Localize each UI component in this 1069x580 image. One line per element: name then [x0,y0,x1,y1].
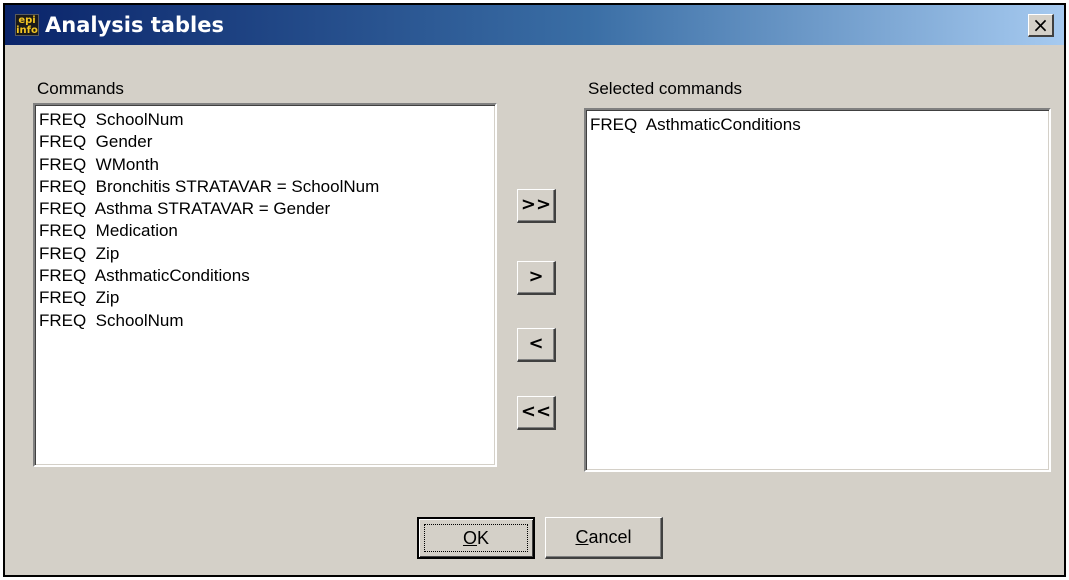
command-item[interactable]: FREQ SchoolNum [39,310,491,332]
selected-commands-label: Selected commands [588,79,743,98]
selected-commands-listbox[interactable]: FREQ AsthmaticConditions [584,108,1051,472]
command-item[interactable]: FREQ Medication [39,220,491,242]
cancel-button[interactable]: Cancel [545,517,663,559]
remove-all-button[interactable]: << [517,396,556,430]
command-item[interactable]: FREQ Gender [39,131,491,153]
epi-info-icon: epi info [15,14,39,36]
command-item[interactable]: FREQ SchoolNum [39,109,491,131]
cancel-label-rest: ancel [588,527,632,547]
command-item[interactable]: FREQ AsthmaticConditions [39,265,491,287]
cancel-mnemonic: C [575,527,589,547]
command-item[interactable]: FREQ Asthma STRATAVAR = Gender [39,198,491,220]
add-selected-button[interactable]: > [517,261,556,295]
commands-listbox[interactable]: FREQ SchoolNum FREQ Gender FREQ WMonth FREQ… [33,103,497,467]
ok-button[interactable]: OK [417,517,535,559]
close-icon[interactable]: × [1028,14,1054,37]
window-title: Analysis tables [45,13,224,37]
command-item[interactable]: FREQ Zip [39,243,491,265]
command-item[interactable]: FREQ Bronchitis STRATAVAR = SchoolNum [39,176,491,198]
focus-rectangle [424,524,528,552]
title-bar[interactable]: epi info Analysis tables × [5,5,1064,45]
selected-command-item[interactable]: FREQ AsthmaticConditions [590,114,1045,136]
commands-label: Commands [37,79,124,98]
command-item[interactable]: FREQ WMonth [39,154,491,176]
analysis-tables-dialog: epi info Analysis tables × Commands FREQ … [3,3,1066,577]
add-all-button[interactable]: >> [517,189,556,223]
command-item[interactable]: FREQ Zip [39,287,491,309]
remove-selected-button[interactable]: < [517,328,556,362]
